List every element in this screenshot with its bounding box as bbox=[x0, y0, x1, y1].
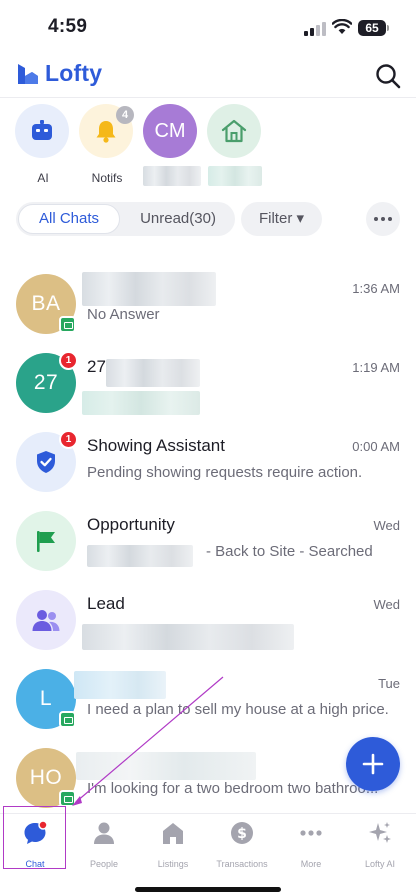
ellipsis-icon bbox=[374, 217, 378, 221]
dollar-coin-icon: $ bbox=[231, 822, 253, 844]
list-item[interactable]: 27 1 27 1:19 AM bbox=[0, 345, 416, 424]
house-icon bbox=[221, 119, 247, 143]
svg-text:$: $ bbox=[237, 826, 247, 842]
redacted-preview bbox=[82, 391, 200, 415]
chat-time: Wed bbox=[373, 597, 401, 612]
sms-channel-icon bbox=[59, 316, 76, 333]
status-bar: 4:59 65 bbox=[0, 0, 416, 56]
redacted-preview bbox=[87, 545, 193, 567]
ai-avatar bbox=[15, 104, 69, 158]
sparkle-icon bbox=[369, 822, 391, 843]
notifs-count-badge: 4 bbox=[116, 106, 134, 124]
battery-cap bbox=[387, 25, 389, 31]
tab-label: More bbox=[300, 859, 322, 869]
avatar bbox=[16, 590, 76, 650]
shield-check-icon bbox=[37, 451, 55, 473]
tab-listings[interactable]: Listings bbox=[138, 820, 208, 869]
search-icon[interactable] bbox=[374, 62, 402, 90]
chat-name: 27 bbox=[87, 357, 106, 376]
annotation-highlight-box bbox=[3, 806, 66, 869]
quick-access-row: AI 4 Notifs CM bbox=[0, 104, 416, 190]
battery-icon: 65 bbox=[358, 20, 386, 36]
list-item[interactable]: 1 Showing Assistant 0:00 AM Pending show… bbox=[0, 424, 416, 503]
building-icon bbox=[163, 823, 183, 844]
list-item[interactable]: BA 1:36 AM No Answer bbox=[0, 266, 416, 345]
list-item[interactable]: Lead Wed bbox=[0, 582, 416, 661]
wifi-icon bbox=[332, 19, 352, 34]
cm-avatar: CM bbox=[143, 104, 197, 158]
chat-time: 0:00 AM bbox=[352, 439, 400, 454]
redacted-preview bbox=[82, 624, 294, 650]
more-options-button[interactable] bbox=[366, 202, 400, 236]
tab-label: Transactions bbox=[216, 859, 268, 869]
home-avatar bbox=[207, 104, 261, 158]
tab-transactions[interactable]: $ Transactions bbox=[207, 820, 277, 869]
brand-name: Lofty bbox=[45, 60, 103, 86]
quick-item-home[interactable] bbox=[207, 104, 263, 186]
redacted-name bbox=[74, 671, 166, 699]
tab-lofty-ai[interactable]: Lofty AI bbox=[345, 820, 415, 869]
quick-label-ai: AI bbox=[37, 171, 49, 185]
flag-icon bbox=[37, 531, 55, 552]
list-item[interactable]: L Tue I need a plan to sell my house at … bbox=[0, 661, 416, 740]
sms-channel-icon bbox=[59, 790, 76, 807]
chat-preview: - Back to Site - Searched bbox=[206, 543, 373, 560]
chat-time: Tue bbox=[378, 676, 400, 691]
tab-label: People bbox=[89, 859, 119, 869]
list-item[interactable]: Opportunity Wed - Back to Site - Searche… bbox=[0, 503, 416, 582]
chat-filter-row: All Chats Unread(30) Filter ▾ bbox=[0, 200, 416, 238]
robot-icon bbox=[32, 120, 52, 140]
status-time: 4:59 bbox=[48, 16, 88, 37]
avatar bbox=[16, 511, 76, 571]
person-icon bbox=[94, 822, 114, 844]
quick-item-notifs[interactable]: 4 Notifs bbox=[79, 104, 135, 185]
chat-name: Lead bbox=[87, 594, 125, 613]
chat-time: Wed bbox=[373, 518, 401, 533]
chat-time: 1:19 AM bbox=[352, 360, 400, 375]
unread-badge: 1 bbox=[59, 351, 78, 370]
unread-badge: 1 bbox=[59, 430, 78, 449]
cellular-signal-icon bbox=[304, 22, 326, 36]
redacted-name bbox=[76, 752, 256, 780]
chat-preview: I'm looking for a two bedroom two bathro… bbox=[87, 780, 379, 797]
plus-icon bbox=[362, 753, 384, 775]
chat-preview: I need a plan to sell my house at a high… bbox=[87, 701, 389, 718]
quick-item-ai[interactable]: AI bbox=[15, 104, 71, 185]
brand: Lofty bbox=[16, 60, 102, 87]
chat-preview: Pending showing requests require action. bbox=[87, 464, 363, 481]
quick-item-cm[interactable]: CM bbox=[143, 104, 201, 186]
tab-label: Listings bbox=[157, 859, 189, 869]
redacted-name bbox=[106, 359, 200, 387]
tab-label: Lofty AI bbox=[364, 859, 396, 869]
chat-preview: No Answer bbox=[87, 306, 160, 323]
filter-dropdown[interactable]: Filter ▾ bbox=[241, 202, 322, 236]
chat-time: 1:36 AM bbox=[352, 281, 400, 296]
lofty-logo-icon bbox=[18, 63, 38, 84]
tab-people[interactable]: People bbox=[69, 820, 139, 869]
tab-unread[interactable]: Unread(30) bbox=[124, 204, 232, 234]
chat-name: Showing Assistant bbox=[87, 436, 225, 455]
chat-segment-control: All Chats Unread(30) bbox=[16, 202, 235, 236]
redacted-label bbox=[208, 166, 262, 186]
new-chat-button[interactable] bbox=[346, 737, 400, 791]
tab-all-chats[interactable]: All Chats bbox=[18, 204, 120, 234]
people-icon bbox=[32, 610, 60, 631]
tab-more[interactable]: More bbox=[276, 820, 346, 869]
redacted-label bbox=[143, 166, 201, 186]
bell-icon bbox=[96, 121, 116, 143]
home-indicator bbox=[135, 887, 281, 892]
ellipsis-icon bbox=[300, 830, 322, 836]
quick-label-notifs: Notifs bbox=[91, 171, 123, 185]
app-header: Lofty bbox=[0, 56, 416, 98]
redacted-name bbox=[82, 272, 216, 306]
sms-channel-icon bbox=[59, 711, 76, 728]
chat-name: Opportunity bbox=[87, 515, 175, 534]
